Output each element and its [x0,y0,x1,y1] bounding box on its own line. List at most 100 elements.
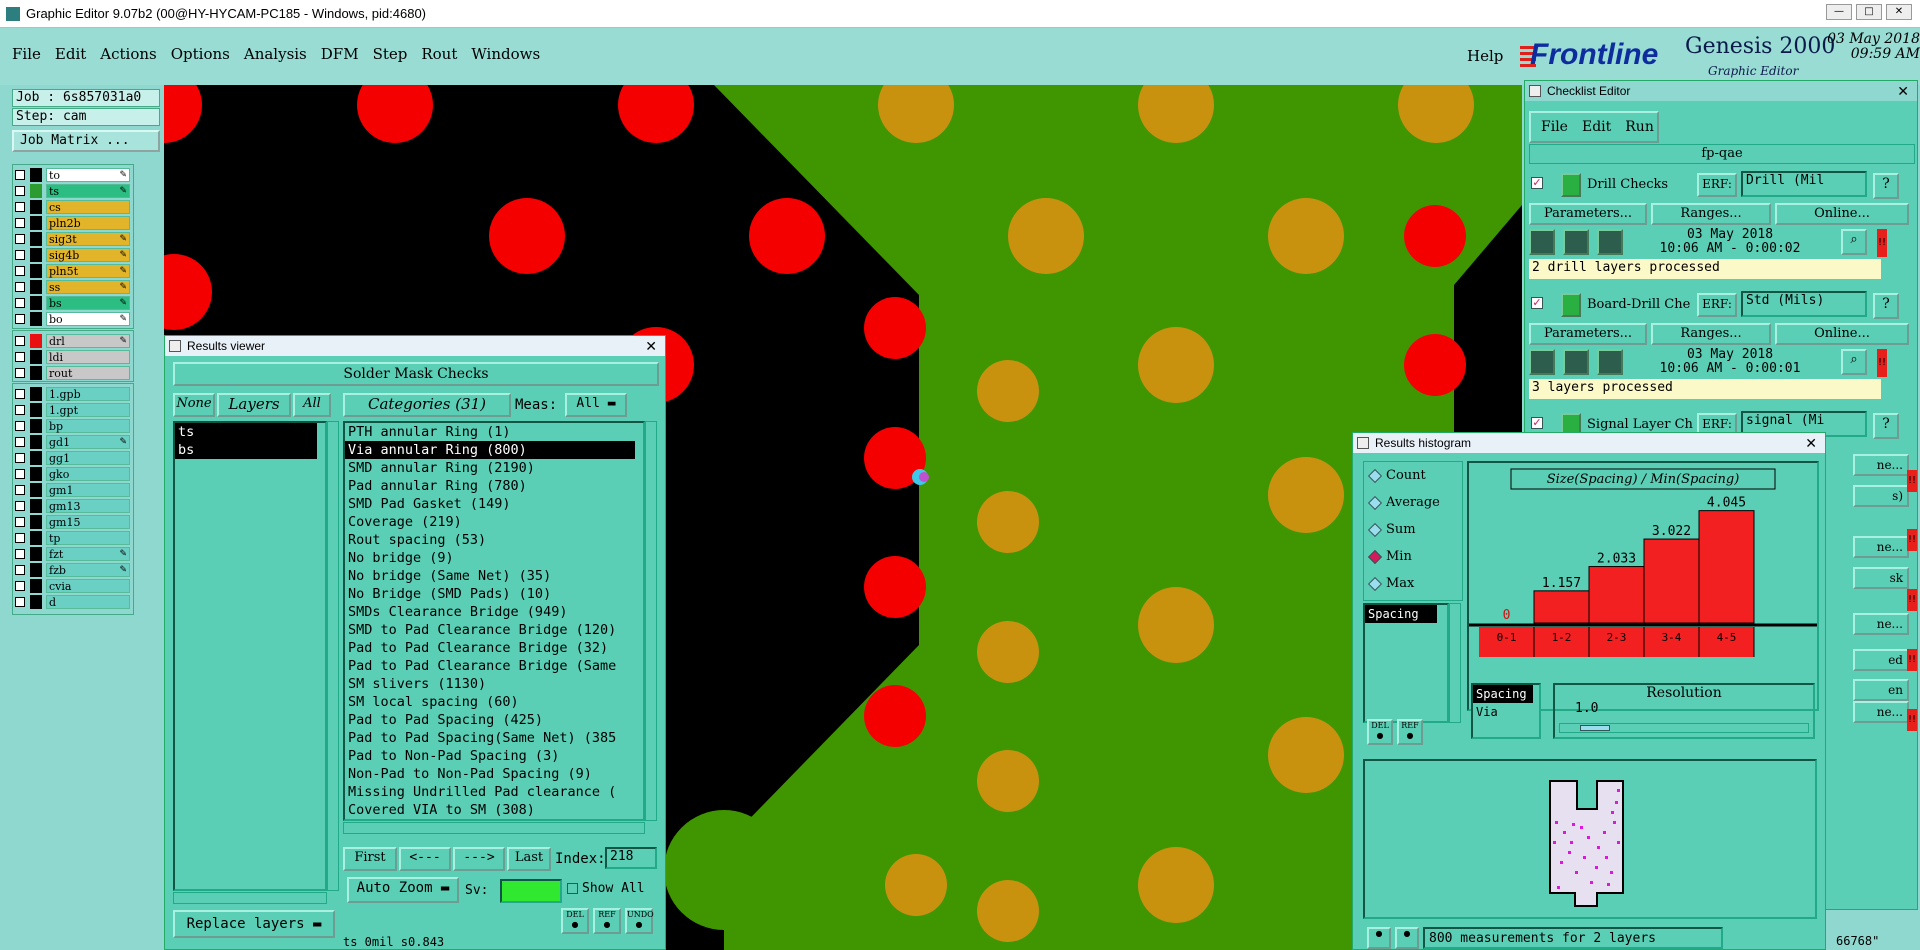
menu-options[interactable]: Options [171,45,230,67]
layer-row[interactable]: sig4b ✎ [15,247,131,263]
layer-row[interactable]: tp [15,530,131,546]
layer-checkbox[interactable] [15,469,25,479]
alert-icon[interactable]: !! [1907,470,1917,492]
layer-checkbox[interactable] [15,549,25,559]
next-button[interactable]: ---> [453,847,505,871]
category-item[interactable]: Coverage (219) [345,513,643,531]
layer-checkbox[interactable] [15,597,25,607]
run-icon[interactable] [1529,229,1555,255]
layer-name[interactable]: gm13 [46,499,130,513]
category-item[interactable]: No bridge (Same Net) (35) [345,567,643,585]
category-item[interactable]: Rout spacing (53) [345,531,643,549]
checklist-fragment[interactable]: ed [1853,649,1909,671]
none-button[interactable]: None [173,393,215,417]
category-item[interactable]: No bridge (9) [345,549,643,567]
layer-checkbox[interactable] [15,405,25,415]
layer-color-swatch[interactable] [30,184,42,198]
layer-name[interactable]: bo ✎ [46,312,130,326]
check-enable-checkbox[interactable]: ✓ [1531,177,1543,189]
layer-row[interactable]: sig3t ✎ [15,231,131,247]
layer-checkbox[interactable] [15,298,25,308]
measure-list[interactable]: Spacing [1363,603,1449,723]
layer-checkbox[interactable] [15,218,25,228]
histogram-bar[interactable] [1698,510,1755,624]
ranges-button[interactable]: Ranges... [1651,323,1771,345]
layer-row[interactable]: gm15 [15,514,131,530]
layer-row[interactable]: gd1 ✎ [15,434,131,450]
layer-name[interactable]: 1.gpt [46,403,130,417]
layer-name[interactable]: fzb ✎ [46,563,130,577]
layer-color-swatch[interactable] [30,312,42,326]
menu-windows[interactable]: Windows [471,45,540,67]
layer-list-scrollbar[interactable] [327,421,339,891]
layer-row[interactable]: ldi [15,349,131,365]
alert-icon[interactable]: !! [1907,529,1917,551]
layer-color-swatch[interactable] [30,451,42,465]
layer-color-swatch[interactable] [30,499,42,513]
menu-help[interactable]: Help [1467,47,1503,65]
checklist-fragment[interactable]: en [1853,679,1909,701]
hist-ref-button[interactable]: REF ● [1397,719,1423,745]
category-item[interactable]: Missing Undrilled Pad clearance ( [345,783,643,801]
menu-edit[interactable]: Edit [55,45,86,67]
help-button[interactable]: ? [1873,293,1899,319]
checklist-fragment[interactable]: ne... [1853,701,1909,723]
layer-checkbox[interactable] [15,485,25,495]
check-enable-checkbox[interactable]: ✓ [1531,297,1543,309]
mode-radio[interactable]: Average [1367,489,1462,516]
layer-row[interactable]: cs [15,199,131,215]
checklist-fragment[interactable]: s) [1853,485,1909,507]
layer-checkbox[interactable] [15,533,25,543]
layer-row[interactable]: drl ✎ [15,333,131,349]
layer-checkbox[interactable] [15,368,25,378]
measure-list-scrollbar[interactable] [1449,603,1461,723]
category-item[interactable]: SM local spacing (60) [345,693,643,711]
layer-row[interactable]: 1.gpb [15,386,131,402]
layer-name[interactable]: sig4b ✎ [46,248,130,262]
mode-radio[interactable]: Count [1367,462,1462,489]
show-all-checkbox[interactable] [567,883,578,894]
ref-button[interactable]: REF ● [593,908,621,934]
severity-select[interactable] [500,879,562,903]
layer-checkbox[interactable] [15,266,25,276]
layer-name[interactable]: gko [46,467,130,481]
layer-row[interactable]: gko [15,466,131,482]
layer-color-swatch[interactable] [30,168,42,182]
hist-del-button-2[interactable]: ● [1367,927,1391,949]
layer-color-swatch[interactable] [30,264,42,278]
layer-color-swatch[interactable] [30,467,42,481]
layer-name[interactable]: rout [46,366,130,380]
layer-color-swatch[interactable] [30,595,42,609]
layer-checkbox[interactable] [15,581,25,591]
category-item[interactable]: SMDs Clearance Bridge (949) [345,603,643,621]
category-list-scrollbar[interactable] [645,421,657,821]
ranges-button[interactable]: Ranges... [1651,203,1771,225]
checklist-fragment[interactable]: ne... [1853,454,1909,476]
layer-name[interactable]: gg1 [46,451,130,465]
zoom-icon[interactable]: ⌕ [1841,229,1867,255]
histogram-bar[interactable] [1533,590,1590,624]
run-icon[interactable] [1529,349,1555,375]
cl-menu-run[interactable]: Run [1625,119,1654,135]
layer-checkbox[interactable] [15,437,25,447]
layer-row[interactable]: bs ✎ [15,295,131,311]
check-icon[interactable] [1561,173,1581,197]
category-item[interactable]: Pad annular Ring (780) [345,477,643,495]
layer-list-hscroll[interactable] [173,892,327,904]
alert-icon[interactable]: !! [1907,649,1917,671]
menu-step[interactable]: Step [373,45,408,67]
layer-color-swatch[interactable] [30,296,42,310]
layer-checkbox[interactable] [15,336,25,346]
category-item[interactable]: Pad to Pad Spacing (425) [345,711,643,729]
layer-row[interactable]: pln5t ✎ [15,263,131,279]
layer-name[interactable]: gd1 ✎ [46,435,130,449]
first-button[interactable]: First [343,847,397,871]
hist-ref-button-2[interactable]: ● [1395,927,1419,949]
index-input[interactable]: 218 [605,847,657,869]
layer-checkbox[interactable] [15,186,25,196]
zoom-icon[interactable]: ⌕ [1841,349,1867,375]
alert-icon[interactable]: !! [1877,229,1887,257]
histogram-bar[interactable] [1588,566,1645,624]
category-item[interactable]: SMD to Pad Clearance Bridge (120) [345,621,643,639]
layer-row[interactable]: gm13 [15,498,131,514]
